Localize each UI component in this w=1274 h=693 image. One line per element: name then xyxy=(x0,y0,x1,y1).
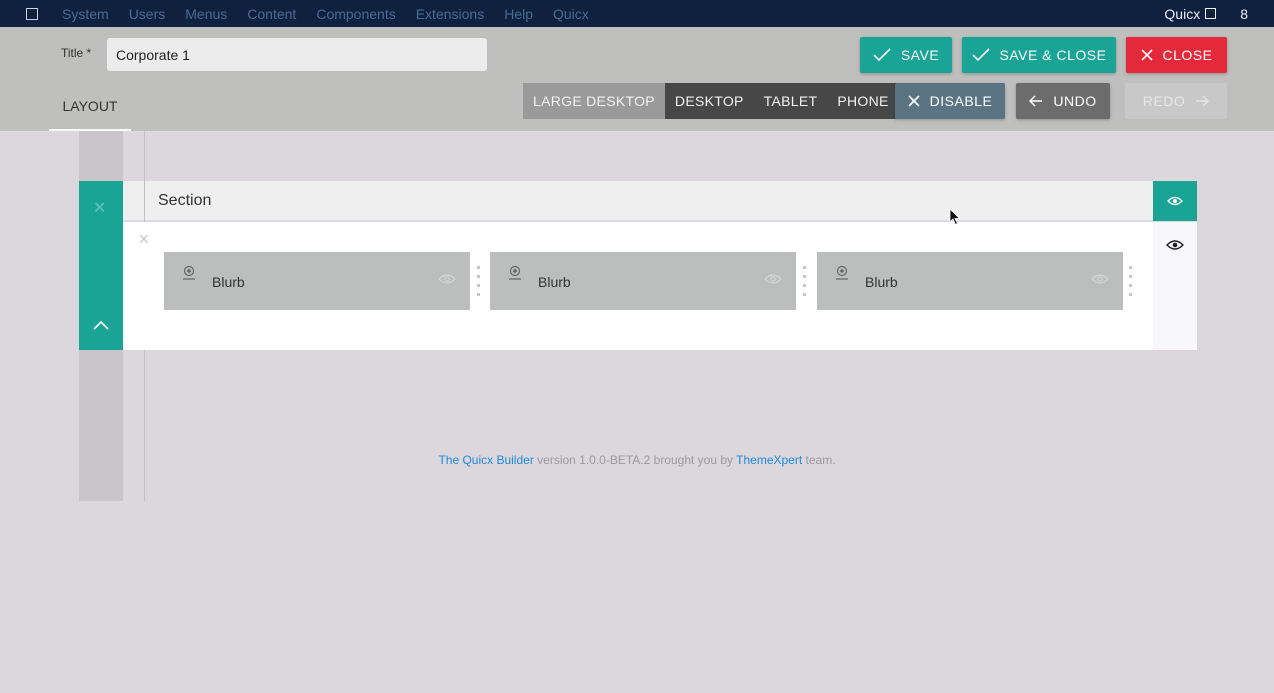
save-button[interactable]: SAVE xyxy=(860,37,952,73)
builder-toolbar: Title * SAVE SAVE & CLOSE CLOSE LAYOUT L… xyxy=(0,27,1274,131)
arrow-right-icon xyxy=(1196,95,1210,107)
title-label: Title * xyxy=(61,46,92,60)
save-label: SAVE xyxy=(900,47,940,63)
topbar-right: Quicx 8 xyxy=(1164,0,1274,27)
blurb-icon xyxy=(836,265,848,280)
save-close-button[interactable]: SAVE & CLOSE xyxy=(962,37,1116,73)
close-icon xyxy=(1140,49,1153,61)
undo-button[interactable]: UNDO xyxy=(1016,83,1110,119)
blurb-label: Blurb xyxy=(865,274,898,290)
quicx-builder-link[interactable]: The Quicx Builder xyxy=(438,453,533,467)
footer-version-text: version 1.0.0-BETA.2 brought you by xyxy=(533,453,737,467)
blurb-element[interactable]: Blurb xyxy=(490,252,796,310)
row-side-panel xyxy=(1153,222,1197,350)
menu-menus[interactable]: Menus xyxy=(185,6,227,22)
device-tablet[interactable]: TABLET xyxy=(754,83,828,119)
user-count[interactable]: 8 xyxy=(1240,6,1248,22)
undo-label: UNDO xyxy=(1053,93,1097,109)
redo-button[interactable]: REDO xyxy=(1125,83,1227,119)
redo-label: REDO xyxy=(1142,93,1186,109)
drag-handle-icon[interactable] xyxy=(803,266,806,296)
arrow-left-icon xyxy=(1029,95,1043,107)
themexpert-link[interactable]: ThemeXpert xyxy=(736,453,802,467)
device-phone[interactable]: PHONE xyxy=(827,83,898,119)
menu-content[interactable]: Content xyxy=(247,6,296,22)
blurb-element[interactable]: Blurb xyxy=(164,252,470,310)
admin-topbar: System Users Menus Content Components Ex… xyxy=(0,0,1274,27)
section-control-rail: ✕ xyxy=(79,181,123,350)
external-link-icon[interactable] xyxy=(1205,8,1217,19)
menu-extensions[interactable]: Extensions xyxy=(416,6,484,22)
check-icon xyxy=(873,48,891,62)
footer-end-text: team. xyxy=(802,453,836,467)
eye-icon[interactable] xyxy=(1166,239,1184,251)
section-visibility-button[interactable] xyxy=(1153,181,1197,221)
menu-users[interactable]: Users xyxy=(129,6,166,22)
device-large-desktop[interactable]: LARGE DESKTOP xyxy=(523,83,665,119)
menu-quicx[interactable]: Quicx xyxy=(553,6,589,22)
disable-label: DISABLE xyxy=(929,93,993,109)
mouse-cursor xyxy=(949,208,961,226)
device-switcher: LARGE DESKTOP DESKTOP TABLET PHONE xyxy=(523,83,899,119)
site-link-label[interactable]: Quicx xyxy=(1164,6,1200,22)
eye-icon[interactable] xyxy=(438,273,456,285)
close-icon xyxy=(908,95,920,107)
tab-layout[interactable]: LAYOUT xyxy=(49,83,131,131)
drag-handle-icon[interactable] xyxy=(1129,266,1132,296)
blurb-icon xyxy=(183,265,195,280)
blurb-element[interactable]: Blurb xyxy=(817,252,1123,310)
menu-help[interactable]: Help xyxy=(504,6,533,22)
disable-button[interactable]: DISABLE xyxy=(895,83,1005,119)
eye-icon[interactable] xyxy=(764,273,782,285)
menu-components[interactable]: Components xyxy=(316,6,395,22)
close-label: CLOSE xyxy=(1162,47,1213,63)
blurb-label: Blurb xyxy=(212,274,245,290)
section-divider xyxy=(144,181,145,221)
section-title: Section xyxy=(158,192,212,209)
close-button[interactable]: CLOSE xyxy=(1126,37,1227,73)
check-icon xyxy=(971,48,990,62)
drag-handle-icon[interactable] xyxy=(477,266,480,296)
blurb-icon xyxy=(509,265,521,280)
joomla-menu-icon[interactable] xyxy=(26,7,38,20)
menu-system[interactable]: System xyxy=(62,6,109,22)
builder-footer: The Quicx Builder version 1.0.0-BETA.2 b… xyxy=(0,453,1274,467)
section-header[interactable]: Section xyxy=(123,181,1153,221)
eye-icon xyxy=(1167,196,1183,206)
remove-section-icon[interactable]: ✕ xyxy=(93,198,106,218)
device-desktop[interactable]: DESKTOP xyxy=(665,83,754,119)
blurb-label: Blurb xyxy=(538,274,571,290)
eye-icon[interactable] xyxy=(1091,273,1109,285)
title-input[interactable] xyxy=(107,38,487,71)
chevron-up-icon[interactable] xyxy=(92,316,110,334)
save-close-label: SAVE & CLOSE xyxy=(999,47,1107,63)
remove-row-icon[interactable]: ✕ xyxy=(138,231,150,248)
